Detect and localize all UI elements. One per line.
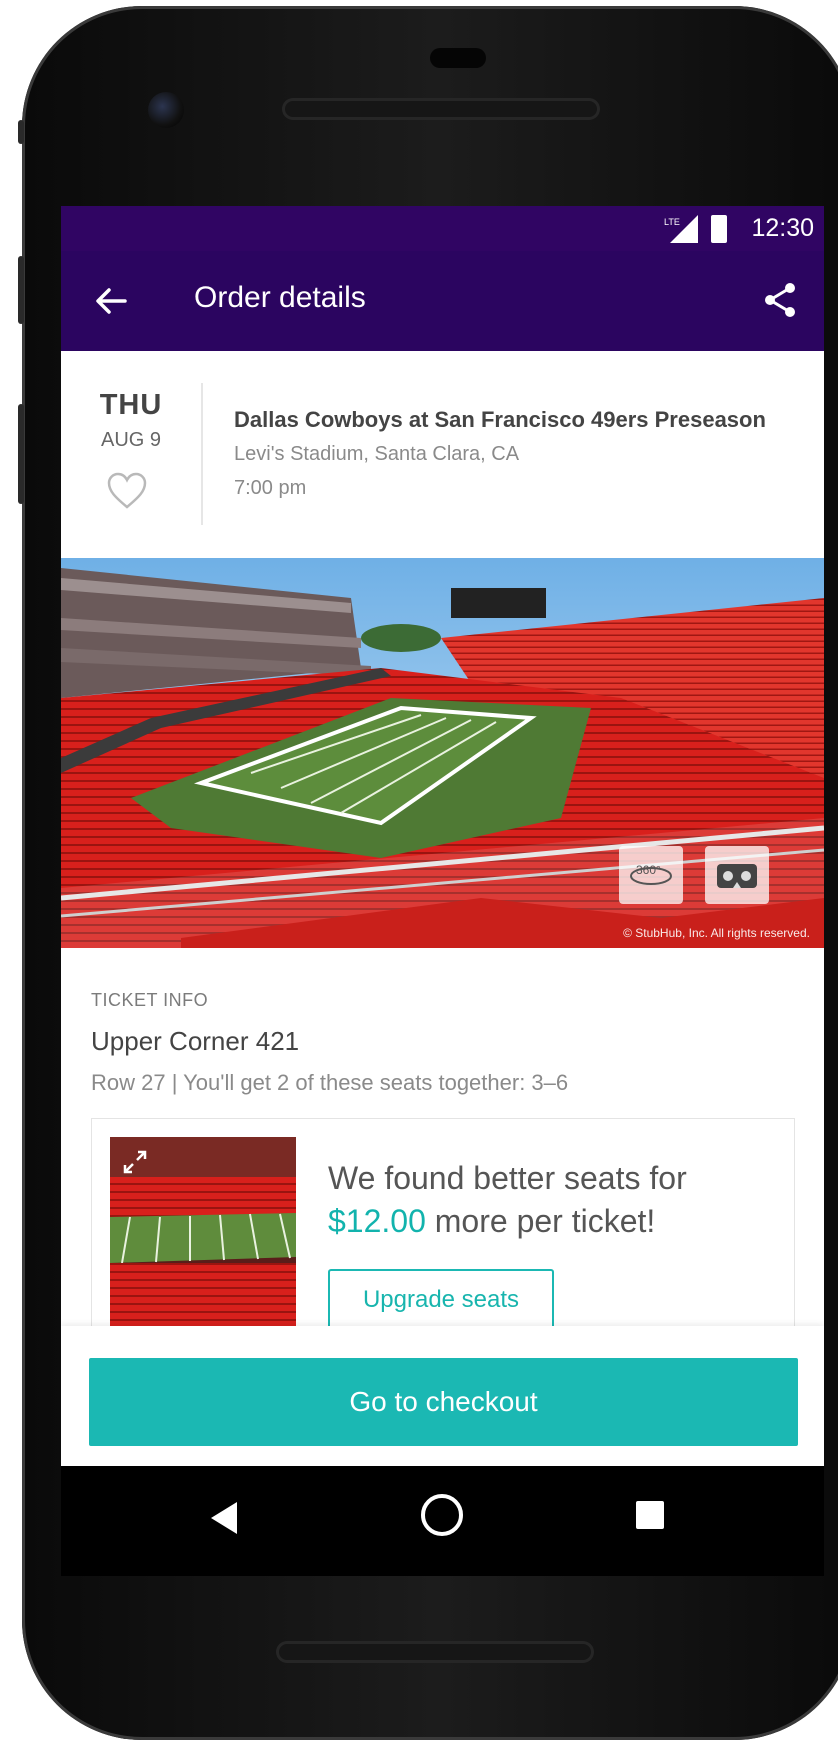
app-bar: Order details	[61, 251, 824, 351]
lte-signal-icon: LTE	[664, 215, 698, 243]
nav-home-icon[interactable]	[421, 1494, 463, 1536]
status-bar: LTE 12:30	[61, 206, 824, 251]
app-screen: LTE 12:30 Order details THU AUG 9 Dallas…	[61, 206, 824, 1544]
back-arrow-icon[interactable]	[91, 281, 131, 321]
seat-view-image[interactable]: 360° © StubHub, Inc. All rights reserved…	[61, 558, 824, 948]
heart-icon[interactable]	[105, 471, 149, 511]
vr-headset-icon	[717, 864, 757, 888]
front-camera	[148, 92, 184, 128]
event-month-day: AUG 9	[100, 429, 162, 451]
upgrade-seats-button[interactable]: Upgrade seats	[328, 1269, 554, 1333]
event-day-of-week: THU	[99, 389, 163, 421]
ticket-section: Upper Corner 421	[91, 1026, 300, 1056]
share-icon[interactable]	[760, 280, 800, 320]
event-venue: Levi's Stadium, Santa Clara, CA	[234, 443, 520, 465]
event-time: 7:00 pm	[234, 477, 307, 499]
svg-text:LTE: LTE	[664, 217, 680, 227]
nav-back-icon[interactable]	[211, 1502, 237, 1534]
upgrade-text-before: We found better seats for	[328, 1160, 687, 1196]
divider	[201, 383, 203, 525]
go-to-checkout-button[interactable]: Go to checkout	[89, 1358, 798, 1446]
ticket-row-details: Row 27 | You'll get 2 of these seats tog…	[91, 1070, 569, 1095]
nav-recents-icon[interactable]	[636, 1501, 664, 1529]
battery-icon	[711, 215, 727, 243]
side-button	[18, 256, 24, 324]
expand-icon[interactable]	[122, 1149, 148, 1175]
svg-text:360°: 360°	[636, 863, 661, 877]
bottom-speaker-grille	[276, 1641, 594, 1663]
upgrade-seat-thumbnail[interactable]	[110, 1137, 296, 1337]
system-nav-bar	[61, 1466, 824, 1576]
event-title: Dallas Cowboys at San Francisco 49ers Pr…	[234, 407, 766, 432]
360-view-icon: 360°	[630, 863, 672, 885]
top-speaker-grille	[282, 98, 600, 120]
ticket-info-label: TICKET INFO	[91, 990, 209, 1010]
page-title: Order details	[194, 281, 366, 314]
proximity-sensor	[430, 48, 486, 68]
status-time: 12:30	[751, 214, 814, 242]
upgrade-message: We found better seats for $12.00 more pe…	[328, 1157, 768, 1243]
upgrade-text-after: more per ticket!	[425, 1203, 656, 1239]
side-button	[18, 120, 24, 144]
upgrade-price: $12.00	[328, 1203, 426, 1239]
vr-view-button[interactable]	[705, 846, 769, 904]
event-header: THU AUG 9 Dallas Cowboys at San Francisc…	[61, 351, 824, 557]
event-date: THU AUG 9	[61, 351, 201, 557]
image-copyright: © StubHub, Inc. All rights reserved.	[623, 926, 810, 940]
360-view-button[interactable]: 360°	[619, 846, 683, 904]
side-button	[18, 404, 24, 504]
